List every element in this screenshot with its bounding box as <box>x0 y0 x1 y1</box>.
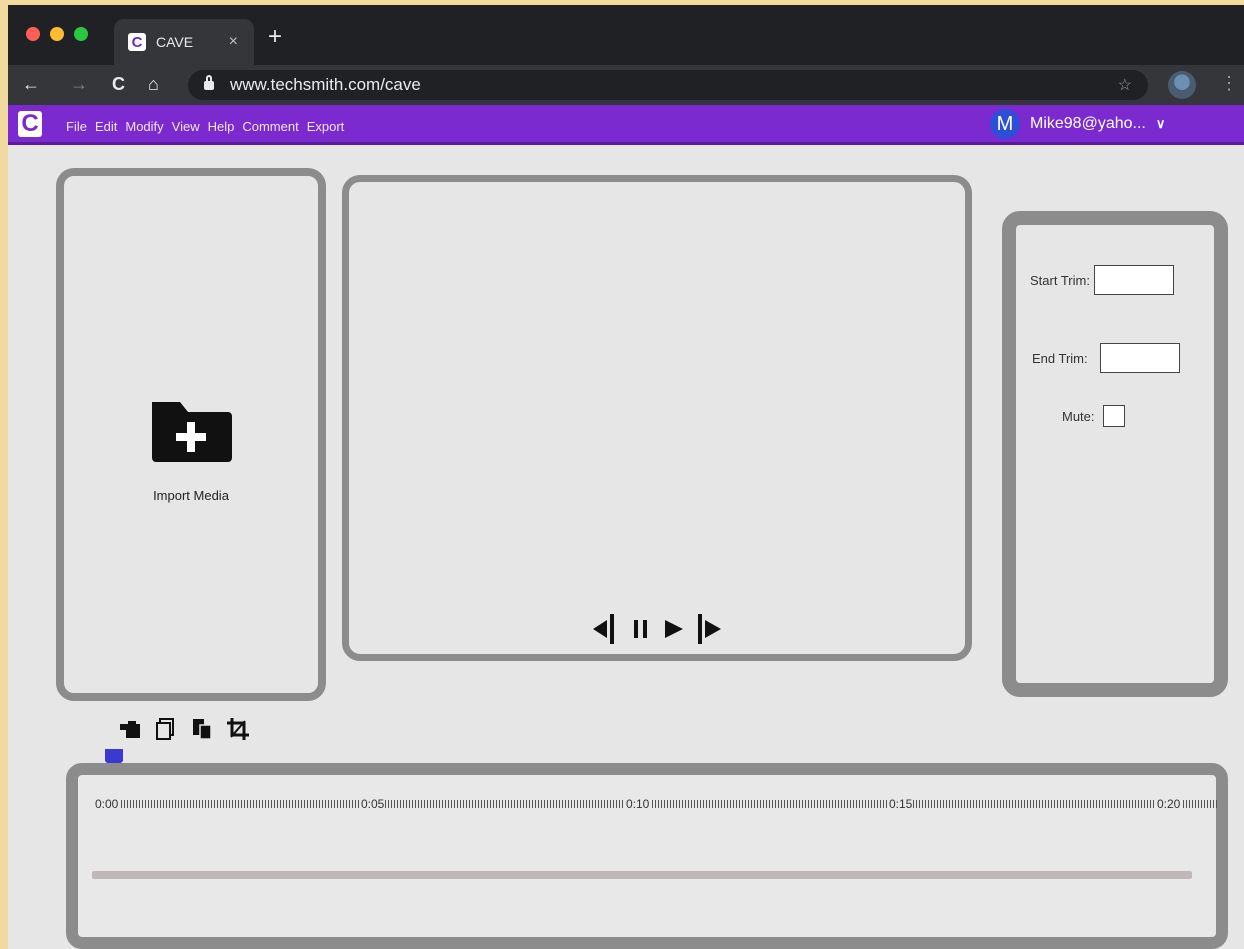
home-icon[interactable]: ⌂ <box>148 74 159 95</box>
menu-edit[interactable]: Edit <box>95 119 117 134</box>
mute-checkbox[interactable] <box>1102 405 1125 427</box>
start-trim-input[interactable] <box>1093 265 1174 295</box>
play-icon[interactable] <box>663 612 685 646</box>
timeline[interactable]: 0:00 0:05 0:10 0:15 0:20 <box>66 763 1228 949</box>
menu-export[interactable]: Export <box>307 119 345 134</box>
cave-logo-icon: C <box>18 110 42 137</box>
app-window: C CAVE × + ← → C ⌂ www.techsmith.com/cav… <box>8 5 1244 949</box>
user-avatar: M <box>990 109 1020 139</box>
end-trim-label: End Trim: <box>1032 350 1088 366</box>
browser-profile-avatar[interactable] <box>1168 71 1196 99</box>
lock-icon <box>204 74 214 90</box>
minimize-window-button[interactable] <box>50 27 64 41</box>
maximize-window-button[interactable] <box>74 27 88 41</box>
mute-row: Mute: <box>1048 405 1139 427</box>
end-trim-row: End Trim: <box>1018 343 1194 373</box>
menu-comment[interactable]: Comment <box>242 119 298 134</box>
tab-close-icon[interactable]: × <box>229 33 238 51</box>
preview-panel <box>342 175 972 661</box>
url-text: www.techsmith.com/cave <box>230 75 421 94</box>
cave-favicon-icon: C <box>128 33 146 51</box>
timeline-ruler: 0:00 0:05 0:10 0:15 0:20 <box>94 797 1218 813</box>
tick-label: 0:20 <box>1156 797 1182 811</box>
address-bar[interactable]: www.techsmith.com/cave ☆ <box>188 70 1148 100</box>
edit-toolbar <box>118 717 250 741</box>
tick-label: 0:00 <box>94 797 120 811</box>
tick-label: 0:15 <box>888 797 914 811</box>
menu-file[interactable]: File <box>66 119 87 134</box>
back-icon[interactable]: ← <box>22 74 40 95</box>
menu-help[interactable]: Help <box>208 119 235 134</box>
mute-label: Mute: <box>1062 408 1095 424</box>
tick-label: 0:05 <box>360 797 386 811</box>
tick-label: 0:10 <box>625 797 651 811</box>
folder-add-icon <box>152 402 232 462</box>
paste-icon[interactable] <box>190 717 214 741</box>
browser-toolbar: ← → C ⌂ www.techsmith.com/cave ☆ ⋮ <box>8 65 1244 105</box>
tab-title: CAVE <box>156 34 194 50</box>
playback-controls <box>349 612 965 646</box>
skip-back-icon[interactable] <box>589 612 619 646</box>
menu-modify[interactable]: Modify <box>125 119 163 134</box>
start-trim-label: Start Trim: <box>1030 272 1090 288</box>
new-tab-button[interactable]: + <box>268 23 282 51</box>
browser-menu-icon[interactable]: ⋮ <box>1220 73 1238 94</box>
timeline-ticks <box>94 800 1218 808</box>
close-window-button[interactable] <box>26 27 40 41</box>
menu-view[interactable]: View <box>172 119 200 134</box>
chevron-down-icon: ∨ <box>1155 116 1166 131</box>
bookmark-star-icon[interactable]: ☆ <box>1118 75 1132 95</box>
timeline-track[interactable] <box>92 871 1192 879</box>
import-media-label: Import Media <box>153 488 229 503</box>
browser-tab-bar: C CAVE × + <box>8 5 1244 65</box>
crop-icon[interactable] <box>226 717 250 741</box>
start-trim-row: Start Trim: <box>1016 265 1188 295</box>
app-menu-bar: C File Edit Modify View Help Comment Exp… <box>8 105 1244 145</box>
import-media-button[interactable]: Import Media <box>64 398 318 503</box>
forward-icon[interactable]: → <box>70 74 88 95</box>
menu: File Edit Modify View Help Comment Expor… <box>66 119 344 134</box>
skip-forward-icon[interactable] <box>695 612 725 646</box>
pause-icon[interactable] <box>629 612 653 646</box>
hand-stamp-icon[interactable] <box>118 717 142 741</box>
end-trim-input[interactable] <box>1099 343 1180 373</box>
reload-icon[interactable]: C <box>112 74 125 95</box>
user-menu[interactable]: M Mike98@yaho... ∨ <box>990 109 1165 139</box>
properties-panel: Start Trim: End Trim: Mute: <box>1002 211 1228 697</box>
media-panel: Import Media <box>56 168 326 701</box>
user-name: Mike98@yaho... <box>1030 115 1146 132</box>
browser-tab[interactable]: C CAVE × <box>114 19 254 65</box>
copy-icon[interactable] <box>154 717 178 741</box>
